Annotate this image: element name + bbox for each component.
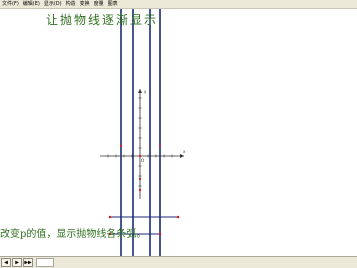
x-axis: x: [100, 149, 186, 158]
next-page-button[interactable]: ▶: [12, 258, 22, 267]
slider-1[interactable]: [108, 215, 180, 219]
sketch-canvas[interactable]: x y O 让抛物线逐渐显示 改变p的值，显示抛物线各条弧。: [0, 9, 357, 256]
menu-transform[interactable]: 变换: [80, 0, 90, 8]
point-a[interactable]: [119, 144, 123, 148]
status-bar: ◀ ▶ ▶▶: [0, 256, 357, 268]
point-b[interactable]: [158, 144, 162, 148]
sketch-drawing: x y O: [100, 9, 186, 256]
slider-1-end-point[interactable]: [176, 215, 180, 219]
y-axis: y O: [138, 89, 147, 199]
vertical-line-group: [120, 9, 161, 256]
canvas-title: 让抛物线逐渐显示: [46, 13, 159, 27]
menu-measure[interactable]: 度量: [94, 0, 104, 8]
slider-1-start-point[interactable]: [108, 215, 112, 219]
last-page-button[interactable]: ▶▶: [23, 258, 33, 267]
point-d[interactable]: [138, 188, 142, 192]
x-axis-label: x: [183, 149, 186, 154]
menu-graph[interactable]: 图表: [108, 0, 118, 8]
origin-label: O: [141, 158, 144, 163]
canvas-caption: 改变p的值，显示抛物线各条弧。: [0, 229, 147, 240]
menu-display[interactable]: 显示(D): [44, 0, 62, 8]
menu-edit[interactable]: 编辑(E): [23, 0, 40, 8]
y-axis-label: y: [144, 89, 147, 94]
slider-2-end-point[interactable]: [158, 232, 162, 236]
prev-page-button[interactable]: ◀: [1, 258, 11, 267]
point-group: [119, 144, 162, 192]
menu-bar: 文件(F) 编辑(E) 显示(D) 构造 变换 度量 图表: [0, 0, 357, 9]
point-c[interactable]: [138, 177, 142, 181]
menu-construct[interactable]: 构造: [66, 0, 76, 8]
menu-file[interactable]: 文件(F): [2, 0, 19, 8]
horizontal-scrollbar[interactable]: [36, 258, 54, 267]
point-origin[interactable]: [138, 154, 142, 158]
